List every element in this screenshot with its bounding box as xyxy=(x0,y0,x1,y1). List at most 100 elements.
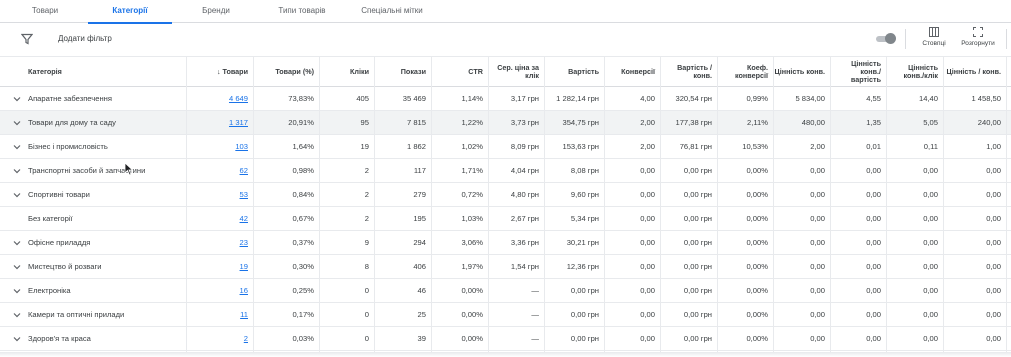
metric-cell-clicks: 2 xyxy=(364,190,369,199)
metric-cell-conv-rate: 0,00% xyxy=(746,238,768,247)
metric-cell-impr: 46 xyxy=(417,286,426,295)
col-header-avg-cpc[interactable]: Сер. ціна за клік xyxy=(488,57,544,87)
col-header-value-conv[interactable]: Цінність / конв. xyxy=(943,57,1006,87)
metric-cell-conv-value: 0,00 xyxy=(810,286,825,295)
metric-cell-conv: 2,00 xyxy=(640,118,655,127)
metric-cell-impr: 39 xyxy=(417,334,426,343)
metric-cell-cost: 30,21 грн xyxy=(566,238,599,247)
metric-cell-conv-rate: 0,99% xyxy=(746,94,768,103)
products-count-link[interactable]: 62 xyxy=(240,166,248,175)
metric-cell-value-click: 14,40 xyxy=(918,94,938,103)
col-header-value-click[interactable]: Цінність конв./клік xyxy=(886,57,943,87)
tab-categories[interactable]: Категорії xyxy=(88,0,172,24)
table-row[interactable]: Бізнес і промисловість 103 1,64% 19 1 862 1,0… xyxy=(0,135,1011,159)
col-header-value-cost[interactable]: Цінність конв./ вартість xyxy=(830,57,886,87)
mouse-cursor-icon xyxy=(124,162,134,176)
metric-cell-ctr: 1,71% xyxy=(461,166,483,175)
table-row[interactable]: Електроніка 16 0,25% 0 46 0,00% — 0,00 грн 0,00 0… xyxy=(0,279,1011,303)
table-header: Категорія ↓ Товари Товари (%) Кліки Пока… xyxy=(0,56,1011,87)
metric-cell-ctr: 1,02% xyxy=(461,142,483,151)
col-header-impressions[interactable]: Покази xyxy=(374,57,431,87)
metric-cell-cpc: 3,36 грн xyxy=(510,238,539,247)
metric-cell-conv-rate: 2,11% xyxy=(747,118,768,127)
products-count-link[interactable]: 19 xyxy=(240,262,248,271)
metric-cell-value-conv: 0,00 xyxy=(986,286,1001,295)
metric-cell-value-cost: 4,55 xyxy=(866,94,881,103)
metric-cell-conv: 0,00 xyxy=(640,262,655,271)
metric-cell-cost-conv: 0,00 грн xyxy=(683,166,712,175)
products-count-cell: 11 xyxy=(186,303,253,327)
table-row[interactable]: Товари для дому та саду 1 317 20,91% 95 7 81… xyxy=(0,111,1011,135)
products-count-cell: 103 xyxy=(186,135,253,159)
metric-cell-cost: 0,00 грн xyxy=(570,310,599,319)
col-header-conv-value[interactable]: Цінність конв. xyxy=(773,57,830,87)
products-count-link[interactable]: 11 xyxy=(240,310,248,319)
metric-cell-conv-value: 0,00 xyxy=(810,262,825,271)
fullscreen-icon xyxy=(973,27,983,37)
col-header-conversions[interactable]: Конверсії xyxy=(604,57,660,87)
segment-toggle[interactable] xyxy=(876,33,896,44)
columns-button[interactable]: Стовпці xyxy=(917,27,951,55)
col-header-products[interactable]: ↓ Товари xyxy=(186,57,253,87)
products-count-link[interactable]: 103 xyxy=(235,142,248,151)
table-row[interactable]: Без категорії 42 0,67% 2 195 1,03% 2,67 грн 5,3… xyxy=(0,207,1011,231)
products-count-cell: 2 xyxy=(186,327,253,351)
col-header-cost[interactable]: Вартість xyxy=(544,57,604,87)
metric-cell-value-click: 0,00 xyxy=(923,286,938,295)
metric-cell-cost: 12,36 грн xyxy=(566,262,599,271)
table-row[interactable]: Спортивні товари 53 0,84% 2 279 0,72% 4,80 грн… xyxy=(0,183,1011,207)
metric-cell-ctr: 1,97% xyxy=(461,262,483,271)
metric-cell-impr: 1 862 xyxy=(406,142,426,151)
metric-cell-ctr: 0,00% xyxy=(461,334,483,343)
metric-cell-clicks: 95 xyxy=(360,118,369,127)
products-count-link[interactable]: 4 649 xyxy=(229,94,248,103)
table-row[interactable]: Здоров'я та краса 2 0,03% 0 39 0,00% — 0,00 грн… xyxy=(0,327,1011,351)
category-name: Спортивні товари xyxy=(28,190,90,199)
metric-cell-value-click: 0,00 xyxy=(923,166,938,175)
metric-cell-value-click: 0,00 xyxy=(923,310,938,319)
col-header-products-pct[interactable]: Товари (%) xyxy=(253,57,319,87)
table-row[interactable]: Офісне приладдя 23 0,37% 9 294 3,06% 3,36 грн 3… xyxy=(0,231,1011,255)
table-row[interactable]: Камери та оптичні прилади 11 0,17% 0 25 0,00%… xyxy=(0,303,1011,327)
products-count-link[interactable]: 53 xyxy=(240,190,248,199)
metric-cell-pct: 0,25% xyxy=(292,286,314,295)
metric-cell-clicks: 19 xyxy=(360,142,369,151)
expand-button[interactable]: Розгорнути xyxy=(956,27,1000,55)
col-header-cost-per-conv[interactable]: Вартість / конв. xyxy=(660,57,717,87)
table-bottom-edge xyxy=(0,352,1011,357)
col-header-category[interactable]: Категорія xyxy=(0,57,186,87)
col-header-conv-rate[interactable]: Коеф. конверсії xyxy=(717,57,773,87)
products-count-link[interactable]: 1 317 xyxy=(229,118,248,127)
col-header-clicks[interactable]: Кліки xyxy=(319,57,374,87)
metric-cell-ctr: 1,14% xyxy=(461,94,483,103)
metric-cell-cost-conv: 0,00 грн xyxy=(683,262,712,271)
tab-brands[interactable]: Бренди xyxy=(192,0,240,23)
metric-cell-value-conv: 1,00 xyxy=(986,142,1001,151)
columns-label: Стовпці xyxy=(922,40,946,47)
metric-cell-value-cost: 0,00 xyxy=(866,262,881,271)
products-count-link[interactable]: 42 xyxy=(240,214,248,223)
metric-cell-conv-rate: 10,53% xyxy=(742,142,768,151)
metric-cell-clicks: 405 xyxy=(356,94,369,103)
table-row[interactable]: Апаратне забезпечення 4 649 73,83% 405 35 46… xyxy=(0,87,1011,111)
metric-cell-conv-value: 0,00 xyxy=(810,166,825,175)
metric-cell-pct: 0,17% xyxy=(292,310,314,319)
filter-icon[interactable] xyxy=(21,33,33,45)
metric-cell-cost-conv: 0,00 грн xyxy=(683,310,712,319)
table-row[interactable]: Транспортні засоби й запчастини 62 0,98% 2 1… xyxy=(0,159,1011,183)
metric-cell-value-click: 0,00 xyxy=(923,262,938,271)
products-count-link[interactable]: 16 xyxy=(240,286,248,295)
toolbar-divider-right xyxy=(1006,29,1007,49)
products-count-link[interactable]: 2 xyxy=(244,334,248,343)
metric-cell-value-cost: 0,00 xyxy=(866,190,881,199)
add-filter-button[interactable]: Додати фільтр xyxy=(58,34,112,43)
metric-cell-conv-value: 480,00 xyxy=(801,118,825,127)
tab-custom-labels[interactable]: Спеціальні мітки xyxy=(355,0,429,23)
table-row[interactable]: Мистецтво й розваги 19 0,30% 8 406 1,97% 1,54 … xyxy=(0,255,1011,279)
tab-product-types[interactable]: Типи товарів xyxy=(270,0,334,23)
products-count-cell: 4 649 xyxy=(186,87,253,111)
tab-products[interactable]: Товари xyxy=(20,0,70,23)
products-count-link[interactable]: 23 xyxy=(240,238,248,247)
metric-cell-conv-value: 0,00 xyxy=(810,310,825,319)
col-header-ctr[interactable]: CTR xyxy=(431,57,488,87)
